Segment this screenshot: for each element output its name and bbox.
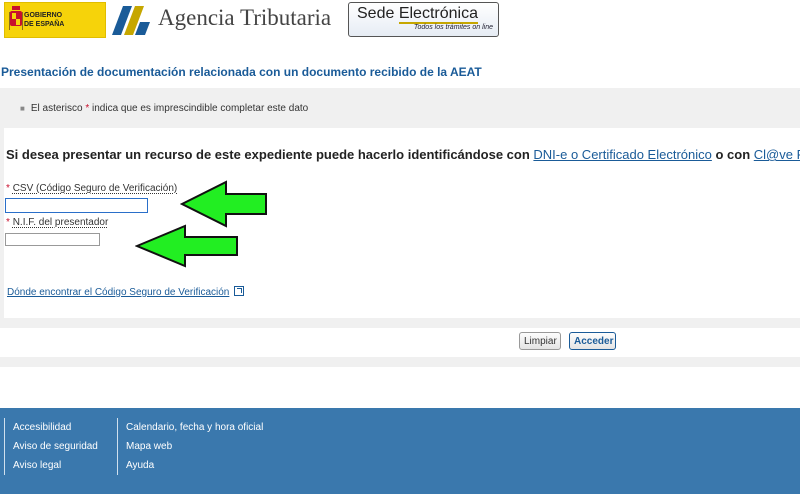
intro-prefix: Si desea presentar un recurso de este ex… bbox=[6, 147, 534, 162]
csv-input[interactable] bbox=[5, 198, 148, 213]
site-header: GOBIERNO DE ESPAÑA Agencia Tributaria Se… bbox=[0, 0, 800, 42]
intro-text: Si desea presentar un recurso de este ex… bbox=[6, 147, 800, 162]
note-prefix: El asterisco bbox=[30, 103, 86, 114]
intro-middle: o con bbox=[711, 147, 754, 162]
csv-required-star: * bbox=[6, 183, 10, 194]
footer-col-1: Accesibilidad Aviso de seguridad Aviso l… bbox=[4, 418, 98, 475]
required-note: ■ El asterisco * indica que es imprescind… bbox=[20, 103, 308, 114]
footer-col-2: Calendario, fecha y hora oficial Mapa we… bbox=[117, 418, 263, 475]
note-suffix: indica que es imprescindible completar e… bbox=[89, 103, 309, 114]
csv-help-link[interactable]: Dónde encontrar el Código Seguro de Veri… bbox=[7, 285, 245, 298]
green-arrow-csv-icon bbox=[180, 180, 267, 228]
green-arrow-nif-icon bbox=[135, 224, 238, 268]
nif-label: * N.I.F. del presentador bbox=[6, 217, 108, 228]
separator-bar bbox=[0, 357, 800, 367]
nif-label-text: N.I.F. del presentador bbox=[12, 217, 109, 228]
page-title: Presentación de documentación relacionad… bbox=[1, 65, 482, 79]
gobierno-text: GOBIERNO DE ESPAÑA bbox=[24, 11, 64, 29]
footer-link-aviso-legal[interactable]: Aviso legal bbox=[13, 456, 98, 475]
csv-label-text: CSV (Código Seguro de Verificación) bbox=[12, 183, 178, 194]
clave-pin-link[interactable]: Cl@ve PIN bbox=[754, 147, 800, 162]
site-footer: Accesibilidad Aviso de seguridad Aviso l… bbox=[0, 408, 800, 494]
nif-input[interactable] bbox=[5, 233, 100, 246]
sede-title: Sede Electrónica bbox=[357, 5, 478, 24]
acceder-button[interactable]: Acceder bbox=[569, 332, 616, 350]
agencia-tributaria-logo[interactable]: Agencia Tributaria bbox=[110, 2, 346, 38]
sede-word: Sede bbox=[357, 5, 399, 22]
nif-required-star: * bbox=[6, 217, 10, 228]
footer-link-mapa-web[interactable]: Mapa web bbox=[126, 437, 263, 456]
gobierno-line2: DE ESPAÑA bbox=[24, 21, 65, 28]
aeat-emblem-icon bbox=[112, 6, 150, 35]
footer-link-aviso-seguridad[interactable]: Aviso de seguridad bbox=[13, 437, 98, 456]
footer-link-ayuda[interactable]: Ayuda bbox=[126, 456, 263, 475]
footer-link-calendario[interactable]: Calendario, fecha y hora oficial bbox=[126, 418, 263, 437]
coat-of-arms-icon bbox=[9, 6, 23, 30]
agencia-tributaria-text: Agencia Tributaria bbox=[158, 5, 332, 30]
sede-electronica-logo[interactable]: Sede Electrónica Todos los trámites on l… bbox=[348, 2, 499, 37]
dni-certificado-link[interactable]: DNI-e o Certificado Electrónico bbox=[533, 147, 711, 162]
sede-tagline: Todos los trámites on line bbox=[413, 24, 493, 31]
external-link-icon bbox=[234, 286, 245, 296]
gobierno-line1: GOBIERNO bbox=[24, 12, 63, 19]
bullet-icon: ■ bbox=[20, 104, 25, 113]
csv-label: * CSV (Código Seguro de Verificación) bbox=[6, 183, 177, 194]
limpiar-button[interactable]: Limpiar bbox=[519, 332, 561, 350]
electronica-word: Electrónica bbox=[398, 5, 478, 24]
footer-link-accesibilidad[interactable]: Accesibilidad bbox=[13, 418, 98, 437]
gobierno-logo[interactable]: GOBIERNO DE ESPAÑA bbox=[4, 2, 106, 38]
csv-help-link-text: Dónde encontrar el Código Seguro de Veri… bbox=[7, 287, 230, 298]
